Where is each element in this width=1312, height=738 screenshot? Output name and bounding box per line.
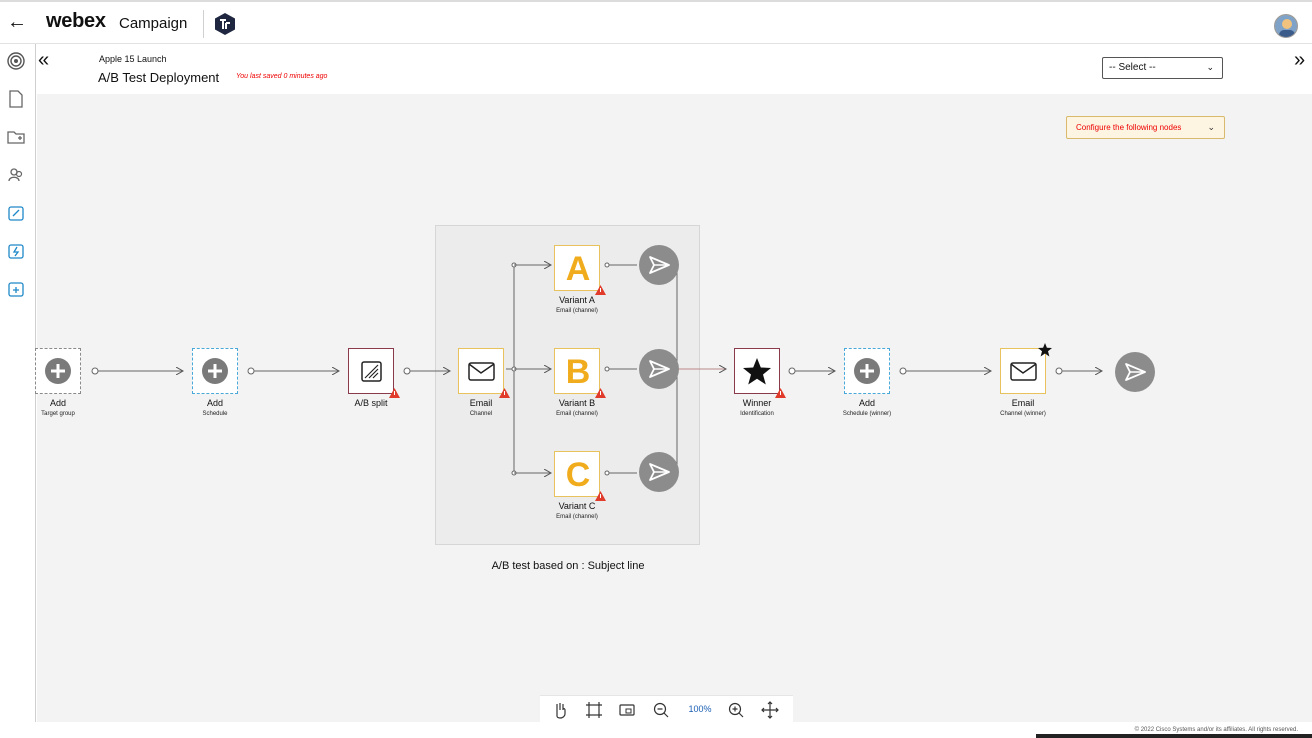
node-label: Email — [469, 398, 493, 408]
footer-bar — [1036, 734, 1312, 738]
page-title: A/B Test Deployment — [98, 70, 220, 85]
user-avatar-icon[interactable] — [1274, 14, 1298, 38]
ab-split-node[interactable] — [348, 348, 394, 394]
warning-icon — [389, 388, 400, 398]
node-sublabel: Email (channel) — [556, 514, 598, 520]
winner-node[interactable] — [734, 348, 780, 394]
winner-star-icon — [1038, 343, 1052, 357]
hand-icon[interactable] — [550, 700, 570, 720]
email-channel-node[interactable] — [458, 348, 504, 394]
save-status: You last saved 0 minutes ago — [236, 73, 328, 80]
plus-icon — [45, 358, 71, 384]
campaign-link-icon[interactable] — [6, 203, 26, 223]
warning-icon — [775, 388, 786, 398]
fit-frame-icon[interactable] — [584, 700, 604, 720]
node-sublabel: Channel (winner) — [1000, 411, 1046, 417]
node-label: Variant A — [559, 295, 595, 305]
send-button[interactable] — [639, 349, 679, 389]
send-button[interactable] — [1115, 352, 1155, 392]
add-schedule-winner-node[interactable] — [844, 348, 890, 394]
plus-icon — [202, 358, 228, 384]
document-icon[interactable] — [6, 89, 26, 109]
collapse-right-icon[interactable]: » — [1294, 50, 1310, 70]
send-button[interactable] — [639, 452, 679, 492]
org-logo-icon — [215, 13, 235, 35]
zoom-out-icon[interactable] — [651, 700, 671, 720]
node-sublabel: Channel — [469, 411, 493, 417]
node-label: A/B split — [354, 398, 388, 408]
target-icon[interactable] — [6, 51, 26, 71]
send-icon — [649, 360, 670, 378]
node-sublabel: Email (channel) — [556, 411, 598, 417]
node-label: Winner — [742, 398, 772, 408]
campaign-flash-icon[interactable] — [6, 241, 26, 261]
warning-icon — [499, 388, 510, 398]
variant-c-node[interactable]: C — [554, 451, 600, 497]
move-icon[interactable] — [760, 700, 780, 720]
plus-icon — [854, 358, 880, 384]
variant-a-node[interactable]: A — [554, 245, 600, 291]
sub-header: « Apple 15 Launch A/B Test Deployment Yo… — [36, 44, 1312, 94]
node-label: Add — [49, 398, 66, 408]
select-value: -- Select -- — [1109, 62, 1156, 73]
node-sublabel: Identification — [740, 411, 774, 417]
back-arrow-icon[interactable]: ← — [6, 10, 28, 34]
warning-icon — [595, 388, 606, 398]
node-sublabel: Schedule (winner) — [842, 411, 892, 417]
send-icon — [649, 463, 670, 481]
flow-connectors — [91, 94, 1312, 722]
node-sublabel: Email (channel) — [556, 308, 598, 314]
send-icon — [1125, 363, 1146, 381]
send-icon — [649, 256, 670, 274]
audience-icon[interactable] — [6, 165, 26, 185]
node-label: Variant C — [558, 501, 596, 511]
minimap-icon[interactable] — [617, 700, 637, 720]
variant-b-node[interactable]: B — [554, 348, 600, 394]
folder-add-icon[interactable] — [6, 127, 26, 147]
campaign-add-icon[interactable] — [6, 279, 26, 299]
select-dropdown[interactable]: -- Select -- ⌄ — [1102, 57, 1223, 79]
node-label: Variant B — [558, 398, 596, 408]
flow-canvas[interactable]: Configure the following nodes ⌄ Add Targ… — [35, 94, 1312, 722]
zoom-in-icon[interactable] — [726, 700, 746, 720]
chevron-down-icon: ⌄ — [1206, 62, 1214, 72]
warning-icon — [595, 491, 606, 501]
node-label: Email — [1011, 398, 1035, 408]
send-button[interactable] — [639, 245, 679, 285]
collapse-left-icon[interactable]: « — [38, 50, 54, 70]
left-nav — [0, 44, 36, 722]
add-schedule-node[interactable] — [192, 348, 238, 394]
product-name: Campaign — [119, 15, 188, 32]
zoom-level: 100% — [688, 704, 712, 714]
add-target-group-node[interactable] — [35, 348, 81, 394]
node-label: Add — [206, 398, 223, 408]
top-bar: ← webex Campaign — [0, 0, 1312, 44]
node-sublabel: Target group — [41, 411, 75, 417]
node-sublabel: Schedule — [202, 411, 228, 417]
canvas-toolbar: 100% — [540, 695, 793, 722]
node-label: Add — [858, 398, 875, 408]
warning-icon — [595, 285, 606, 295]
brand-name: webex — [46, 10, 106, 32]
header-divider — [203, 10, 204, 38]
copyright: © 2022 Cisco Systems and/or its affiliat… — [1134, 727, 1298, 733]
group-caption: A/B test based on : Subject line — [491, 560, 645, 572]
breadcrumb[interactable]: Apple 15 Launch — [99, 54, 167, 64]
